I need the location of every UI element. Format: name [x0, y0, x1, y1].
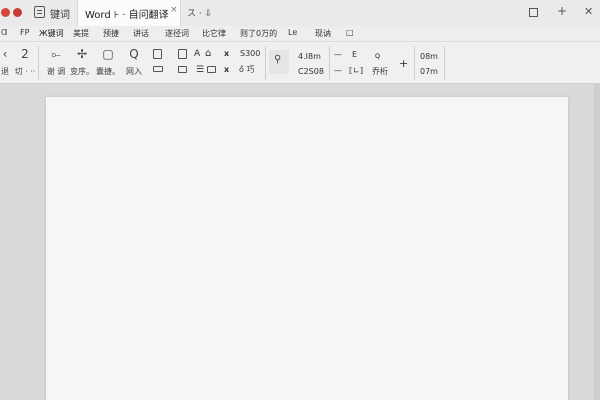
title-bar: 键词 Word ⊦ · 自问翻译 × ス · ⇩ + ✕ — [0, 0, 600, 26]
redo-button[interactable]: 2 切 · ·· — [14, 47, 36, 79]
brush-icon: ⟜ — [51, 47, 61, 61]
tab-keywords[interactable]: 键词 — [50, 6, 70, 21]
dimension-top[interactable]: 4.I8m — [298, 52, 321, 61]
ribbon-separator-4 — [414, 46, 415, 80]
field-icon[interactable] — [153, 66, 163, 72]
close-icon[interactable]: ✕ — [584, 5, 593, 18]
menu-item-11[interactable]: □ — [346, 28, 354, 37]
menu-item-9[interactable]: Lɐ — [288, 28, 297, 37]
sidebar-toggle-icon[interactable] — [34, 6, 45, 18]
ribbon-separator-5 — [444, 46, 445, 80]
menu-item-6[interactable]: 遂径词 — [165, 28, 189, 39]
clear-format-icon-2[interactable]: x — [224, 65, 229, 74]
dimension-bottom[interactable]: C2S08 — [298, 67, 324, 76]
dash-control[interactable]: — — [334, 50, 342, 59]
tab-extra-controls[interactable]: ス · ⇩ — [187, 6, 212, 19]
spacing-top[interactable]: 08m — [420, 52, 438, 61]
menu-item-8[interactable]: 则了0万的 — [240, 28, 277, 39]
ribbon-separator-2 — [265, 46, 266, 80]
edit-box-icon[interactable] — [178, 49, 187, 59]
document-page[interactable] — [46, 97, 568, 400]
redo-label: 切 · ·· — [14, 67, 36, 76]
move-label: 变序。 — [70, 67, 94, 76]
square-icon: ▢ — [102, 47, 114, 61]
back-icon: ‹ — [2, 47, 8, 61]
dash-control-2[interactable]: — — [334, 66, 342, 75]
search-button[interactable]: Q 网入 — [121, 47, 147, 79]
redo-icon: 2 — [21, 47, 29, 61]
align-box-icon[interactable]: E — [352, 50, 357, 59]
menu-item-4[interactable]: 预捷 — [103, 28, 119, 39]
tab-active-title: Word ⊦ · 自问翻译 — [85, 10, 169, 21]
small-box-icon[interactable] — [207, 66, 216, 73]
add-icon[interactable]: + — [399, 57, 408, 70]
close-window-dot[interactable] — [1, 8, 10, 17]
pentagon-icon[interactable]: ⌂ — [205, 48, 211, 59]
move-button[interactable]: ✢ 变序。 — [68, 47, 96, 79]
menu-bar: Ɑ FP Ж键词 美提 预捷 讲话 遂径词 比它律 则了0万的 Lɐ 现讷 □ — [0, 26, 600, 42]
shape-button[interactable]: ▢ 囊捷。 — [94, 47, 122, 79]
minimize-window-dot[interactable] — [13, 8, 22, 17]
shape-label: 囊捷。 — [96, 67, 120, 76]
vertical-scrollbar[interactable] — [594, 84, 600, 400]
tab-close-icon[interactable]: × — [170, 5, 178, 15]
menu-item-2[interactable]: Ж键词 — [39, 28, 64, 39]
search-label: 网入 — [126, 67, 142, 76]
ribbon-separator — [38, 46, 39, 80]
menu-item-0[interactable]: Ɑ — [1, 28, 7, 37]
clear-format-icon[interactable]: x — [224, 49, 229, 58]
text-shape-icon[interactable]: A — [194, 49, 200, 59]
person-icon[interactable]: ꞯ — [375, 50, 380, 61]
menu-item-1[interactable]: FP — [20, 28, 29, 37]
ribbon-separator-3 — [329, 46, 330, 80]
arrange-label[interactable]: 乔桁 — [372, 66, 388, 77]
image-box-icon[interactable] — [178, 66, 187, 73]
menu-item-5[interactable]: 讲话 — [133, 28, 149, 39]
bracket-control[interactable]: ⟦∟⟧ — [349, 66, 364, 75]
menu-item-10[interactable]: 现讷 — [315, 28, 331, 39]
back-label: 退 — [1, 67, 9, 76]
format-painter-button[interactable]: ⟜ 谢 调 — [42, 47, 70, 79]
tab-active-document[interactable]: Word ⊦ · 自问翻译 × — [77, 0, 181, 26]
font-size-value[interactable]: S300 — [240, 49, 260, 58]
list-icon[interactable]: ☰ — [196, 65, 204, 75]
paint-bucket-button[interactable]: ⚲ — [269, 50, 289, 74]
maximize-icon[interactable] — [529, 8, 538, 17]
style-value[interactable]: ő 巧 — [239, 64, 254, 75]
format-painter-label: 谢 调 — [46, 67, 66, 76]
search-icon: Q — [129, 47, 139, 61]
menu-item-7[interactable]: 比它律 — [202, 28, 226, 39]
back-button[interactable]: ‹ 退 — [0, 47, 12, 79]
new-tab-icon[interactable]: + — [557, 4, 567, 18]
paint-bucket-icon: ⚲ — [274, 54, 282, 65]
calendar-icon[interactable] — [153, 49, 162, 59]
move-icon: ✢ — [76, 47, 88, 61]
spacing-bottom[interactable]: 07m — [420, 67, 438, 76]
menu-item-3[interactable]: 美提 — [73, 28, 89, 39]
